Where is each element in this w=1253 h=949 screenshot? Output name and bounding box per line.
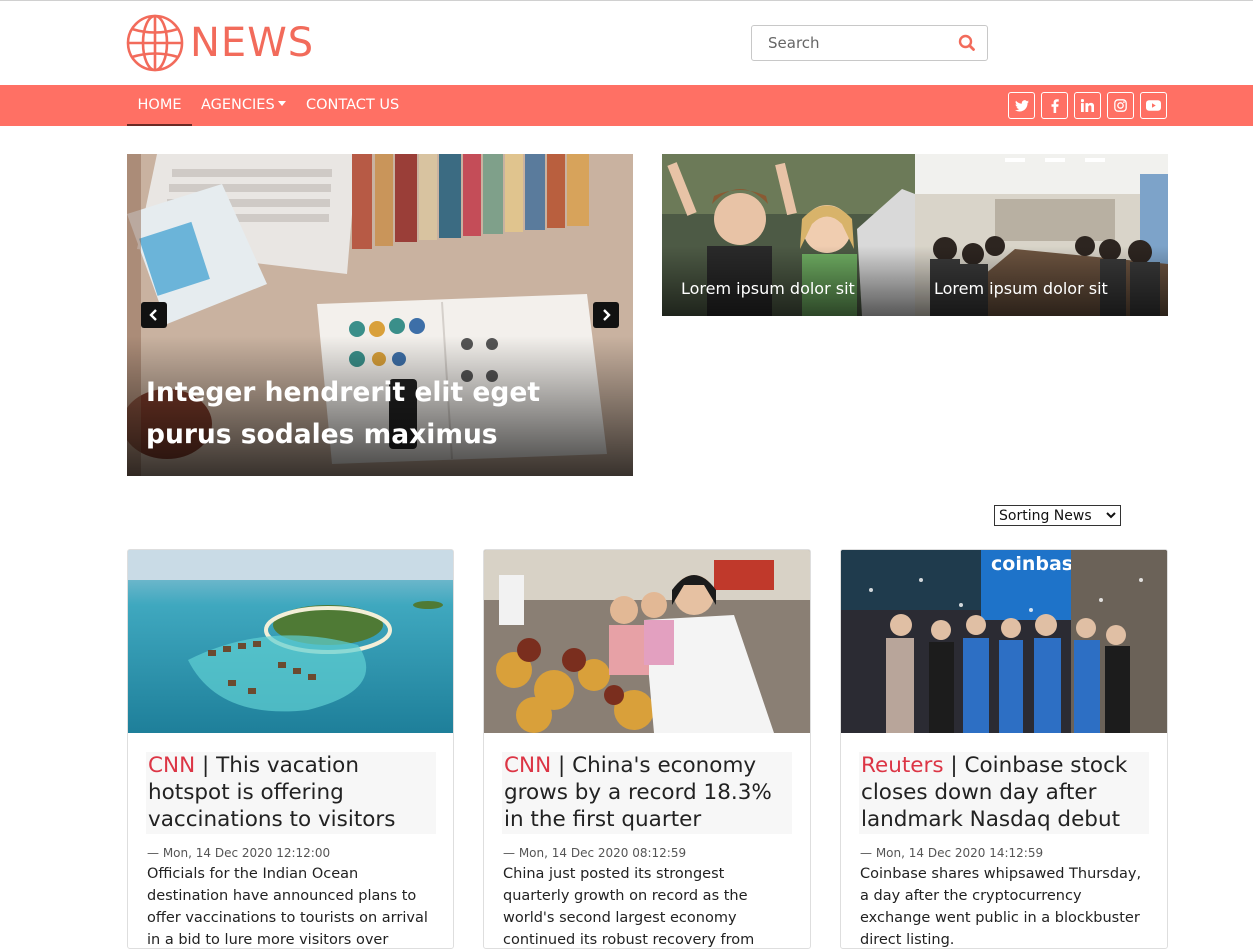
news-card-description: Officials for the Indian Ocean destinati… bbox=[147, 866, 428, 948]
news-card-description: China just posted its strongest quarterl… bbox=[503, 866, 755, 948]
news-card-date: — Mon, 14 Dec 2020 08:12:59 bbox=[503, 846, 687, 860]
nav-agencies-dropdown[interactable]: AGENCIES bbox=[201, 85, 286, 126]
hero-title[interactable]: Integer hendrerit elit eget purus sodale… bbox=[146, 372, 626, 456]
globe-icon bbox=[126, 14, 184, 72]
logo-text: NEWS bbox=[190, 20, 315, 66]
hero-side-caption: Lorem ipsum dolor sit bbox=[681, 279, 855, 298]
chevron-down-icon bbox=[1106, 512, 1116, 519]
youtube-icon[interactable] bbox=[1140, 92, 1167, 119]
twitter-icon[interactable] bbox=[1008, 92, 1035, 119]
nav-agencies-label: AGENCIES bbox=[201, 97, 275, 113]
news-card-date: — Mon, 14 Dec 2020 14:12:59 bbox=[860, 846, 1044, 860]
news-card[interactable]: CNN | China's economy grows by a record … bbox=[483, 549, 811, 949]
chevron-left-icon bbox=[149, 309, 157, 321]
search-icon[interactable] bbox=[957, 33, 977, 53]
news-card[interactable]: coinbase Reuters | Coinbase stock closes… bbox=[840, 549, 1168, 949]
hero-side-caption: Lorem ipsum dolor sit bbox=[934, 279, 1108, 298]
facebook-icon[interactable] bbox=[1041, 92, 1068, 119]
search-box bbox=[751, 25, 988, 61]
site-header: NEWS bbox=[0, 1, 1253, 85]
news-card-image bbox=[128, 550, 453, 733]
news-card-agency: CNN bbox=[148, 753, 196, 778]
news-card-agency: Reuters bbox=[861, 753, 944, 778]
news-card[interactable]: CNN | This vacation hotspot is offering … bbox=[127, 549, 454, 949]
instagram-icon[interactable] bbox=[1107, 92, 1134, 119]
search-input[interactable] bbox=[766, 33, 957, 53]
main-navbar: HOME AGENCIES CONTACT US bbox=[0, 85, 1253, 126]
sort-news-select[interactable]: Sorting News bbox=[994, 505, 1121, 526]
nav-home[interactable]: HOME bbox=[127, 85, 192, 126]
hero-side-story-1[interactable]: Lorem ipsum dolor sit bbox=[662, 154, 915, 316]
news-card-date: — Mon, 14 Dec 2020 12:12:00 bbox=[147, 846, 331, 860]
nav-contact-us[interactable]: CONTACT US bbox=[306, 85, 399, 126]
carousel-next-button[interactable] bbox=[593, 302, 619, 328]
carousel-prev-button[interactable] bbox=[141, 302, 167, 328]
news-card-description: Coinbase shares whipsawed Thursday, a da… bbox=[860, 866, 1142, 948]
news-card-agency: CNN bbox=[504, 753, 552, 778]
chevron-right-icon bbox=[603, 309, 611, 321]
sort-news-value: Sorting News bbox=[999, 507, 1092, 524]
news-card-title[interactable]: Reuters | Coinbase stock closes down day… bbox=[859, 752, 1149, 834]
hero-carousel[interactable]: Integer hendrerit elit eget purus sodale… bbox=[127, 154, 633, 476]
hero-side-story-2[interactable]: Lorem ipsum dolor sit bbox=[915, 154, 1168, 316]
site-logo[interactable]: NEWS bbox=[126, 14, 314, 72]
news-card-image: coinbase bbox=[841, 550, 1167, 733]
news-card-title[interactable]: CNN | This vacation hotspot is offering … bbox=[146, 752, 436, 834]
linkedin-icon[interactable] bbox=[1074, 92, 1101, 119]
caret-down-icon bbox=[277, 101, 286, 106]
news-card-image bbox=[484, 550, 810, 733]
social-links bbox=[1008, 92, 1167, 119]
news-card-title[interactable]: CNN | China's economy grows by a record … bbox=[502, 752, 792, 834]
